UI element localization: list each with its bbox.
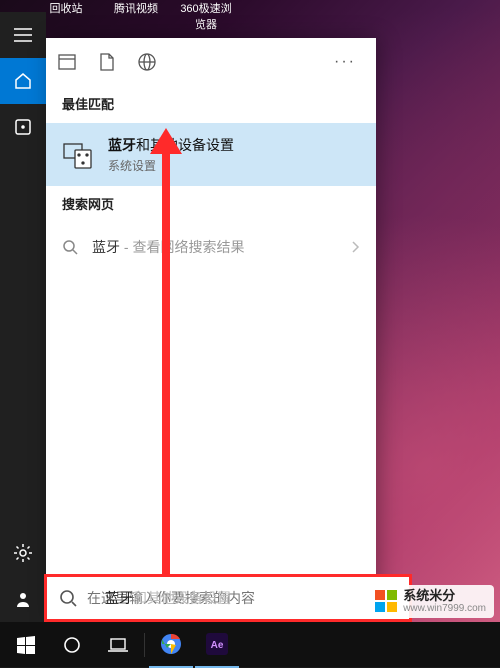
web-search-label: 搜索网页 (46, 186, 376, 223)
home-icon (13, 71, 33, 91)
tab-more[interactable]: ··· (334, 53, 364, 71)
chrome-icon (160, 633, 182, 655)
window-icon (58, 54, 76, 70)
start-left-rail (0, 12, 46, 622)
cortana-button[interactable] (50, 622, 94, 668)
web-search-item[interactable]: 蓝牙 - 查看网络搜索结果 (46, 223, 376, 271)
settings-device-icon (62, 139, 94, 171)
taskbar-separator (144, 633, 145, 657)
filter-tabs: ··· (46, 38, 376, 86)
chevron-right-icon (350, 240, 360, 254)
taskbar-app-ae[interactable]: Ae (195, 622, 239, 668)
document-icon (100, 53, 114, 71)
best-match-result[interactable]: 蓝牙和其他设备设置 系统设置 (46, 123, 376, 186)
taskview-icon (108, 637, 128, 653)
clock-icon (14, 118, 32, 136)
circle-icon (63, 636, 81, 654)
desktop-icon-360browser[interactable]: 360极速浏览器 (180, 0, 232, 32)
gear-icon (13, 543, 33, 563)
tab-web[interactable] (138, 53, 156, 71)
profile-button[interactable] (0, 576, 46, 622)
search-icon (62, 239, 78, 255)
desktop-icon-recycle[interactable]: 回收站 (40, 0, 92, 32)
annotation-arrow (162, 150, 170, 588)
globe-icon (138, 53, 156, 71)
taskview-button[interactable] (96, 622, 140, 668)
home-button[interactable] (0, 58, 46, 104)
search-input[interactable] (87, 590, 397, 606)
settings-button[interactable] (0, 530, 46, 576)
panel-body (46, 271, 376, 622)
windows-icon (17, 636, 35, 654)
desktop-icon-tencent[interactable]: 腾讯视频 (110, 0, 162, 32)
taskbar-app-chrome[interactable] (149, 622, 193, 668)
search-icon (59, 589, 77, 607)
menu-button[interactable] (0, 12, 46, 58)
desktop-icons-row: 回收站 腾讯视频 360极速浏览器 (40, 0, 232, 32)
taskbar: Ae (0, 622, 500, 668)
person-icon (14, 590, 32, 608)
ms-logo-icon (375, 590, 397, 612)
tab-all[interactable] (58, 54, 76, 70)
recent-button[interactable] (0, 104, 46, 150)
search-results-panel: ··· 最佳匹配 蓝牙和其他设备设置 系统设置 搜索网页 蓝牙 - 查看网络搜索… (46, 38, 376, 622)
ae-icon: Ae (206, 633, 228, 655)
watermark: 系统米分www.win7999.com (367, 585, 494, 618)
best-match-label: 最佳匹配 (46, 86, 376, 123)
start-button[interactable] (4, 622, 48, 668)
hamburger-icon (14, 28, 32, 42)
svg-text:Ae: Ae (211, 640, 224, 651)
tab-documents[interactable] (100, 53, 114, 71)
search-box[interactable]: 蓝牙和其他设备设置 (44, 574, 412, 622)
